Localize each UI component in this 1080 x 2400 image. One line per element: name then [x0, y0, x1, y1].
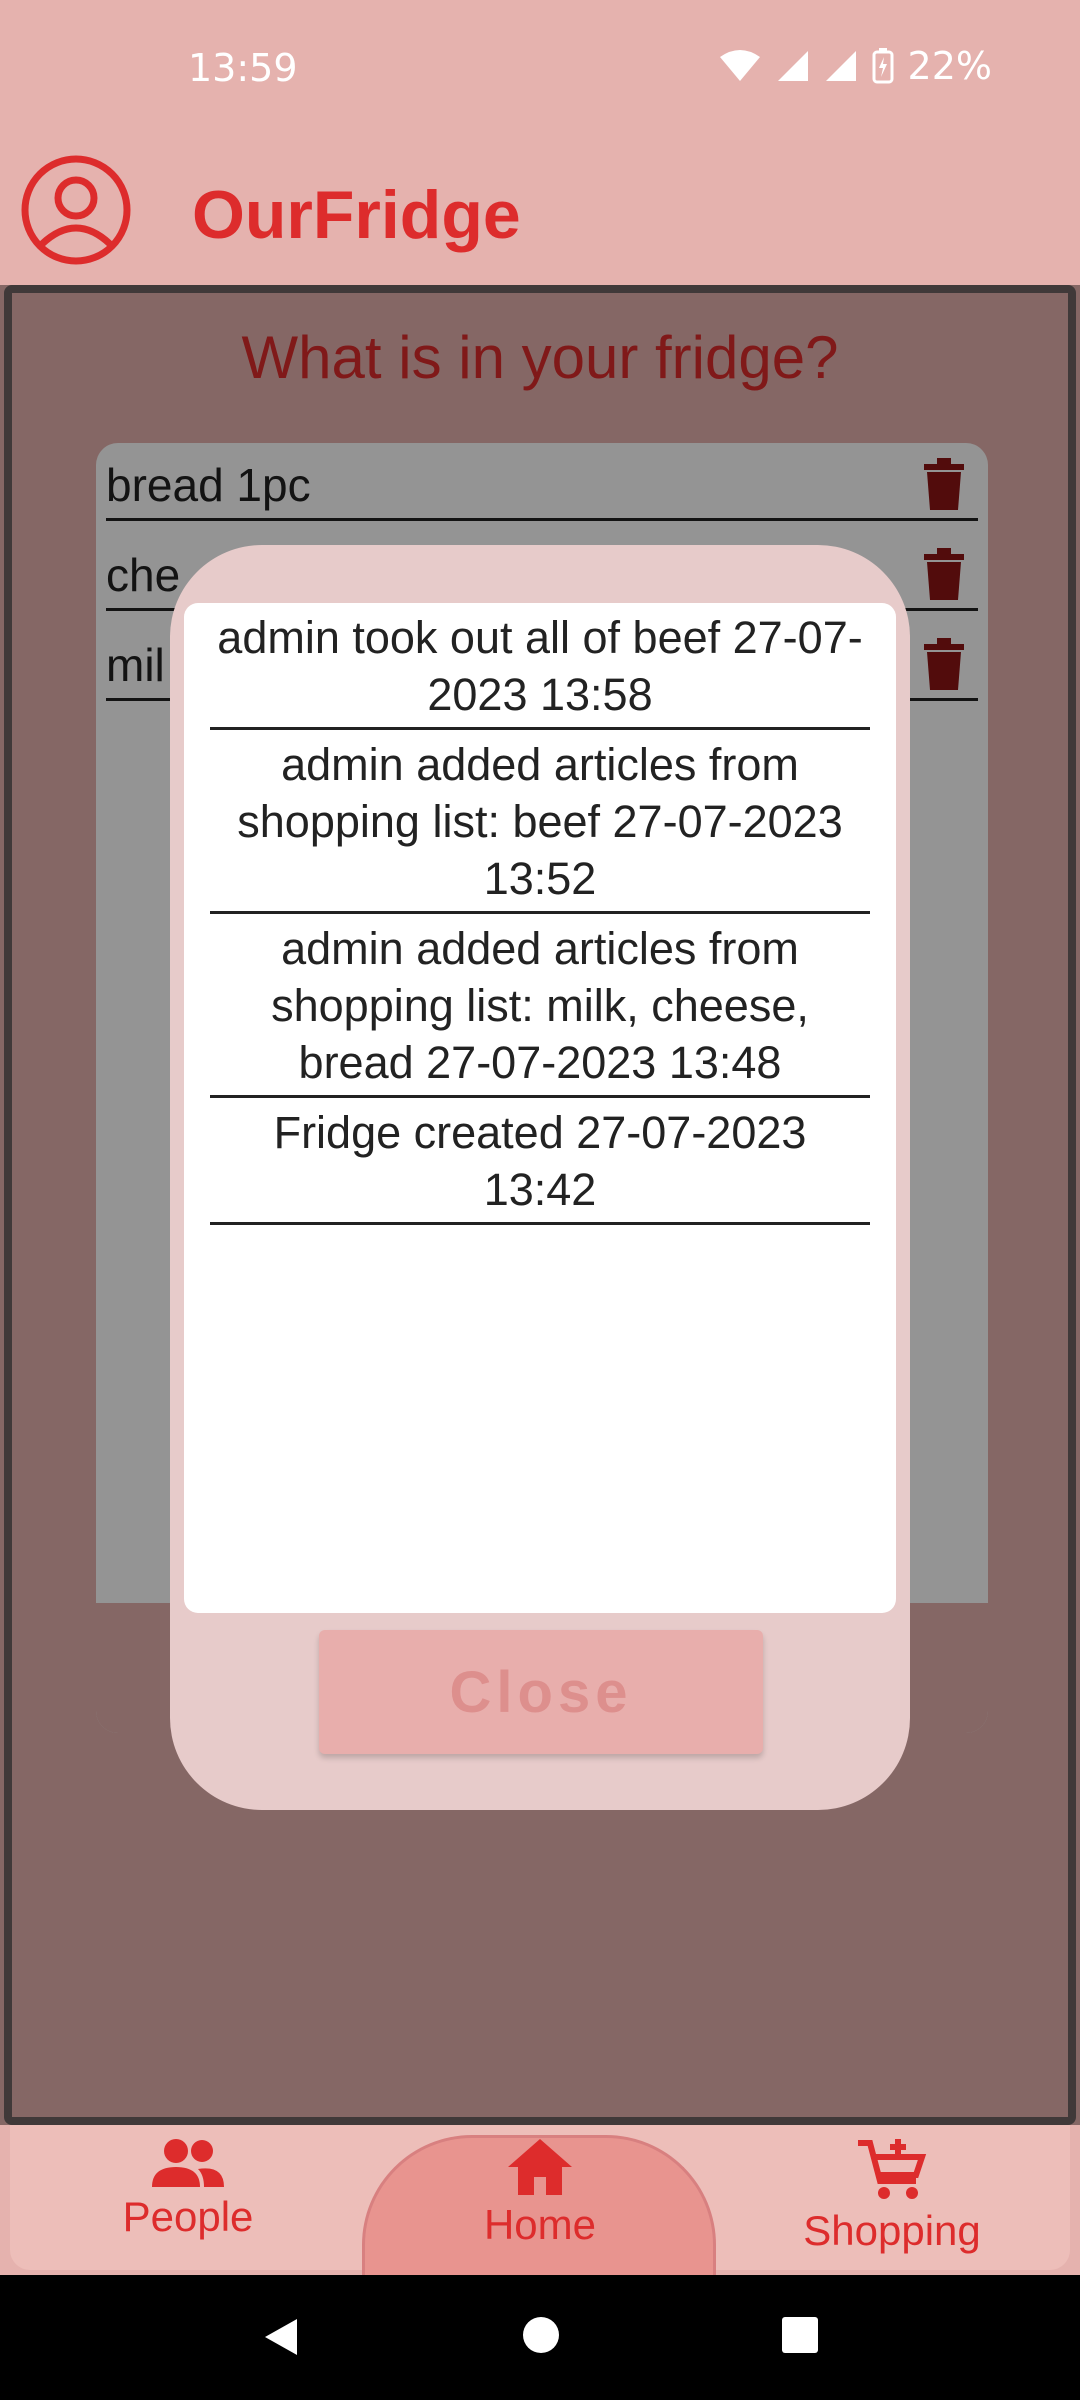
log-entry: admin took out all of beef 27-07-2023 13…	[210, 603, 870, 730]
nav-item-people[interactable]: People	[58, 2137, 318, 2241]
add-shopping-cart-icon	[858, 2139, 927, 2199]
log-entry: admin added articles from shopping list:…	[210, 914, 870, 1098]
battery-icon	[872, 48, 894, 84]
nav-label-people: People	[122, 2193, 254, 2240]
bottom-navigation: People Home Shopping	[0, 2125, 1080, 2275]
recents-icon[interactable]	[780, 2315, 820, 2355]
log-entry: Fridge created 27-07-2023 13:42	[210, 1098, 870, 1225]
battery-percentage: 22%	[907, 44, 992, 88]
app-header: OurFridge	[0, 140, 1080, 285]
home-button-icon[interactable]	[521, 2315, 561, 2355]
nav-item-home[interactable]: Home	[410, 2137, 670, 2249]
people-icon	[152, 2139, 224, 2187]
wifi-icon	[719, 50, 760, 81]
history-log-list[interactable]: admin took out all of beef 27-07-2023 13…	[184, 603, 896, 1613]
signal-icon-2	[825, 51, 856, 81]
close-button[interactable]: Close	[319, 1630, 763, 1754]
status-icons: 22%	[718, 44, 992, 88]
system-navigation-bar	[0, 2275, 1080, 2400]
app-title: OurFridge	[192, 177, 521, 253]
signal-icon	[777, 51, 808, 81]
nav-label-home: Home	[483, 2201, 597, 2248]
account-circle-icon[interactable]	[20, 154, 132, 266]
home-icon	[508, 2139, 572, 2195]
log-entry: admin added articles from shopping list:…	[210, 730, 870, 914]
nav-item-shopping[interactable]: Shopping	[762, 2137, 1022, 2255]
nav-label-shopping: Shopping	[803, 2207, 981, 2254]
status-time: 13:59	[188, 46, 298, 90]
status-bar: 13:59 22%	[0, 0, 1080, 140]
back-icon[interactable]	[259, 2315, 303, 2359]
history-dialog: admin took out all of beef 27-07-2023 13…	[170, 545, 910, 1810]
